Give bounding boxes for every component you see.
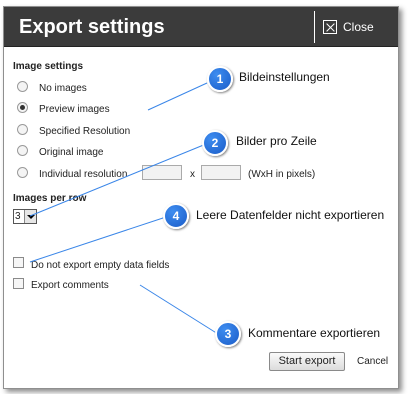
callout-badge-1: 1 <box>207 66 233 92</box>
callout-badge-4: 4 <box>163 203 189 229</box>
image-settings-label: Image settings <box>13 61 84 72</box>
radio-original-image[interactable] <box>17 145 28 156</box>
images-per-row-label: Images per row <box>13 193 87 204</box>
radio-individual-resolution[interactable] <box>17 167 28 178</box>
resolution-width-input[interactable] <box>142 165 182 180</box>
resolution-hint: (WxH in pixels) <box>248 169 316 180</box>
empty-fields-label: Do not export empty data fields <box>31 260 170 271</box>
empty-fields-checkbox[interactable] <box>13 257 24 268</box>
export-comments-checkbox[interactable] <box>13 278 24 289</box>
cancel-link[interactable]: Cancel <box>357 356 388 367</box>
resolution-separator: x <box>190 169 195 180</box>
resolution-height-input[interactable] <box>201 165 241 180</box>
chevron-down-icon <box>24 210 36 223</box>
dialog-title: Export settings <box>19 16 165 38</box>
callout-badge-2: 2 <box>202 130 228 156</box>
callout-badge-3: 3 <box>215 321 241 347</box>
radio-specified-resolution[interactable] <box>17 124 28 135</box>
callout-text-4: Leere Datenfelder nicht exportieren <box>196 208 385 222</box>
callout-text-2: Bilder pro Zeile <box>236 134 317 148</box>
radio-preview-images[interactable] <box>17 102 28 113</box>
radio-no-images[interactable] <box>17 81 28 92</box>
dialog-titlebar: Export settings Close <box>4 7 398 47</box>
images-per-row-value: 3 <box>15 211 21 222</box>
export-comments-label: Export comments <box>31 280 109 291</box>
close-icon <box>323 20 337 34</box>
callout-text-3: Kommentare exportieren <box>248 326 381 340</box>
option-preview-images-label: Preview images <box>39 104 110 115</box>
images-per-row-select[interactable]: 3 <box>13 209 37 224</box>
option-specified-resolution-label: Specified Resolution <box>39 126 131 137</box>
close-button[interactable]: Close <box>314 11 396 43</box>
callout-text-1: Bildeinstellungen <box>239 70 330 84</box>
close-label: Close <box>343 20 374 34</box>
start-export-button[interactable]: Start export <box>269 352 345 371</box>
option-original-image-label: Original image <box>39 147 104 158</box>
option-no-images-label: No images <box>39 83 87 94</box>
option-individual-resolution-label: Individual resolution <box>39 169 128 180</box>
